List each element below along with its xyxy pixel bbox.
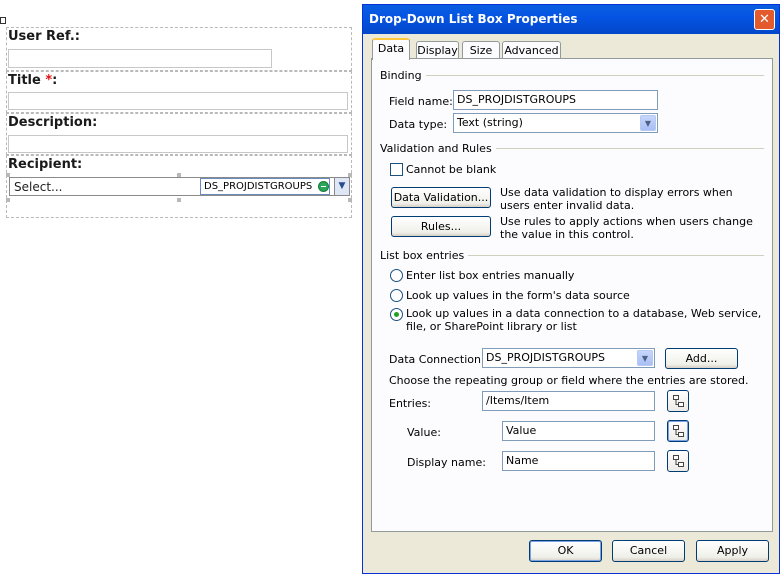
display-name-label: Display name: [407, 456, 486, 469]
entries-input[interactable]: /Items/Item [482, 391, 655, 411]
tab-advanced[interactable]: Advanced [502, 41, 561, 59]
tab-size[interactable]: Size [462, 41, 500, 59]
validation-group-title: Validation and Rules [380, 142, 496, 155]
group-divider [480, 148, 764, 149]
chevron-down-icon[interactable]: ▼ [640, 115, 656, 131]
binding-tag-text: DS_PROJDISTGROUPS [204, 181, 313, 192]
close-button[interactable]: ✕ [754, 9, 775, 30]
user-ref-field[interactable] [8, 49, 272, 68]
data-type-select[interactable]: Text (string) ▼ [453, 113, 658, 133]
entries-value: /Items/Item [486, 394, 550, 407]
selection-handle[interactable] [6, 198, 10, 202]
data-connection-option-label[interactable]: Look up values in a data connection to a… [406, 307, 766, 333]
rules-description: Use rules to apply actions when users ch… [500, 215, 753, 241]
form-canvas: User Ref.: Title *: Description: Recipie… [0, 0, 360, 578]
tree-select-icon [673, 395, 684, 407]
tree-select-icon [673, 425, 684, 437]
repeating-group-instruction: Choose the repeating group or field wher… [389, 374, 749, 387]
binding-status-icon [318, 181, 329, 192]
selection-handle[interactable] [177, 198, 181, 202]
title-label-colon: : [52, 73, 58, 88]
cannot-be-blank-label[interactable]: Cannot be blank [406, 163, 496, 176]
binding-tag: DS_PROJDISTGROUPS [200, 178, 330, 195]
chevron-down-icon[interactable]: ▼ [334, 178, 349, 195]
user-ref-label: User Ref.: [8, 29, 80, 44]
data-connection-label: Data Connection: [389, 353, 485, 366]
data-connection-select[interactable]: DS_PROJDISTGROUPS ▼ [482, 348, 655, 368]
dialog-title: Drop-Down List Box Properties [369, 12, 578, 26]
field-name-value: DS_PROJDISTGROUPS [457, 93, 577, 106]
selection-handle[interactable] [348, 198, 352, 202]
list-entries-group-title: List box entries [380, 249, 469, 262]
entries-label: Entries: [389, 397, 432, 410]
cancel-button[interactable]: Cancel [612, 540, 685, 562]
description-field[interactable] [8, 135, 348, 153]
entries-xpath-button[interactable] [667, 390, 689, 412]
tree-select-icon [673, 455, 684, 467]
group-divider [422, 75, 764, 76]
add-connection-button[interactable]: Add... [665, 348, 738, 369]
ok-button[interactable]: OK [529, 540, 602, 562]
data-validation-description: Use data validation to display errors wh… [500, 186, 733, 212]
display-name-xpath-button[interactable] [667, 450, 689, 472]
description-label: Description: [8, 115, 98, 130]
properties-dialog: Drop-Down List Box Properties ✕ Data Dis… [362, 4, 780, 574]
display-name-input[interactable]: Name [502, 451, 655, 471]
recipient-label: Recipient: [8, 157, 83, 172]
field-name-label: Field name: [389, 95, 453, 108]
dialog-title-bar[interactable]: Drop-Down List Box Properties ✕ [363, 5, 779, 34]
apply-button[interactable]: Apply [696, 540, 769, 562]
value-value: Value [506, 424, 537, 437]
cannot-be-blank-checkbox[interactable] [390, 163, 403, 176]
field-name-input[interactable]: DS_PROJDISTGROUPS [453, 90, 658, 110]
value-label: Value: [407, 426, 441, 439]
data-connection-radio[interactable] [390, 308, 403, 321]
data-type-value: Text (string) [457, 116, 523, 129]
value-input[interactable]: Value [502, 421, 655, 441]
chevron-down-icon[interactable]: ▼ [637, 350, 653, 366]
selection-marker [0, 17, 6, 24]
recipient-dropdown[interactable]: Select... DS_PROJDISTGROUPS ▼ [9, 177, 350, 196]
data-connection-value: DS_PROJDISTGROUPS [486, 351, 606, 364]
form-data-source-radio[interactable] [390, 289, 403, 302]
binding-group-title: Binding [380, 69, 426, 82]
title-field[interactable] [8, 92, 348, 110]
manual-entries-radio[interactable] [390, 269, 403, 282]
data-type-label: Data type: [389, 118, 448, 131]
recipient-placeholder: Select... [14, 180, 63, 194]
field-name-label-text: Field name: [389, 95, 453, 108]
form-data-source-label[interactable]: Look up values in the form's data source [406, 289, 630, 302]
tab-display[interactable]: Display [416, 41, 459, 59]
radio-selected-dot [394, 312, 399, 317]
value-xpath-button[interactable] [667, 420, 689, 442]
manual-entries-label[interactable]: Enter list box entries manually [406, 269, 574, 282]
tab-data[interactable]: Data [372, 38, 410, 60]
close-icon: ✕ [759, 12, 770, 27]
rules-button[interactable]: Rules... [391, 216, 491, 237]
display-name-value: Name [506, 454, 539, 467]
data-validation-button[interactable]: Data Validation... [391, 187, 491, 208]
title-label: Title *: [8, 73, 57, 88]
tab-panel-data: Binding Field name: DS_PROJDISTGROUPS Da… [371, 58, 773, 532]
title-label-text: Title [8, 73, 46, 88]
group-divider [458, 255, 764, 256]
